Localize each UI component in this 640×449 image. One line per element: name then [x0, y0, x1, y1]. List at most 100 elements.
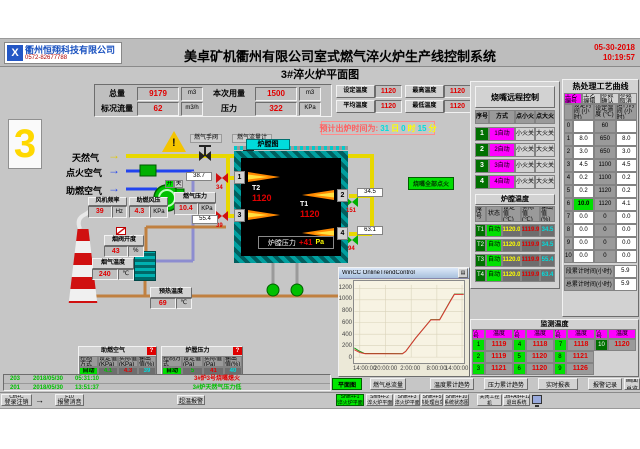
trend-titlebar[interactable]: WinCC OnlineTrendControl ▤ — [339, 268, 469, 279]
step-temp[interactable]: 650 — [594, 146, 615, 159]
fan-freq-value: 39 — [88, 206, 112, 218]
step-no: 6 — [564, 198, 573, 211]
nav-gas-flow-button[interactable]: 燃气总流量 — [370, 378, 406, 390]
smoke-temp-value: 240 — [92, 269, 118, 280]
burner-small-fire-button[interactable]: 小火关 — [515, 159, 535, 173]
alarm-row[interactable]: 203 2018/05/30 05:31:10 3#炉3号烧嘴熄火 — [4, 375, 330, 384]
zone-row-state[interactable]: 自动 — [486, 269, 502, 282]
step-temp[interactable]: 60 — [594, 120, 615, 133]
wind-press-value: 4.3 — [129, 206, 150, 218]
monitor-empty — [594, 351, 637, 363]
burner-control-title: 烧嘴远程控制 — [475, 86, 555, 108]
step-temp[interactable]: 0 — [594, 250, 615, 263]
shutdown-pc-button[interactable]: 关闭工控机 — [477, 394, 502, 406]
step-temp[interactable]: 1120 — [594, 185, 615, 198]
avg-temp-value: 1120 — [375, 100, 402, 113]
monitor-h-no: 序号 — [513, 329, 526, 339]
step-temp[interactable]: 0 — [594, 224, 615, 237]
nav-temp-trend-button[interactable]: 温度累计趋势 — [430, 378, 474, 390]
nav-plan-view-button[interactable]: 平面图 — [332, 378, 362, 390]
warning-icon: ! — [162, 131, 186, 152]
burner-2-tab: 2 — [337, 189, 348, 202]
burner-small-fire-button[interactable]: 小火关 — [515, 175, 535, 189]
step-temp[interactable]: 0 — [594, 237, 615, 250]
step-temp[interactable]: 650 — [594, 133, 615, 146]
step-temp[interactable]: 1100 — [594, 159, 615, 172]
step-time[interactable]: 4.5 — [573, 159, 594, 172]
overtemp-button[interactable]: 超温报警 — [177, 395, 205, 405]
bogie-screen-button[interactable]: Shift+F5 热处理台车 — [421, 394, 443, 406]
step-time[interactable]: 0.2 — [573, 172, 594, 185]
burner2-valve-feedback: 34.5 — [357, 188, 383, 197]
pid-air-help-button[interactable]: ? — [147, 347, 156, 355]
burner-mode-button[interactable]: 2自动 — [489, 143, 515, 157]
monitor-temp: 1121 — [566, 351, 594, 363]
ignition-air-label: 点火空气 — [66, 166, 102, 179]
burner-row-no: 4 — [475, 175, 489, 189]
burner-mode-button[interactable]: 1自动 — [489, 127, 515, 141]
zone-row-state[interactable]: 自动 — [486, 254, 502, 267]
step-time[interactable]: 0.0 — [573, 224, 594, 237]
step-temp[interactable]: 0 — [594, 211, 615, 224]
burner-big-fire-button[interactable]: 大火关 — [535, 143, 555, 157]
segment-total-label: 段累计时间(小时) — [564, 265, 614, 278]
step-temp[interactable]: 1120 — [594, 198, 615, 211]
nav-report-button[interactable]: 实时报表 — [538, 378, 578, 390]
alarm-mute-button[interactable]: F10 报警消音 — [55, 394, 84, 406]
valve-open-button[interactable]: 开 — [165, 180, 174, 188]
process-row: 18.06508.0 — [564, 133, 637, 146]
zone-row-out: 63.4 — [540, 269, 555, 282]
hmi-screen: { "header": { "logo_name": "衢州恒翔科技有限公司",… — [0, 0, 640, 449]
trend-close-button[interactable]: ▤ — [458, 268, 468, 278]
step-temp[interactable]: 1100 — [594, 172, 615, 185]
nav-overview-button[interactable]: 画面总览 — [624, 378, 640, 390]
step-time[interactable]: 10.0 — [573, 198, 594, 211]
burner-small-fire-button[interactable]: 小火关 — [515, 143, 535, 157]
burner-big-fire-button[interactable]: 大火关 — [535, 175, 555, 189]
max-temp-value: 1120 — [444, 85, 471, 98]
alarm-list[interactable]: 203 2018/05/30 05:31:10 3#炉3号烧嘴熄火 201 20… — [3, 374, 331, 391]
burner-big-fire-button[interactable]: 大火关 — [535, 127, 555, 141]
exit-system-button[interactable]: Ctrl+Alt+F12 退出系统 — [503, 394, 530, 406]
step-time[interactable]: 0.2 — [573, 185, 594, 198]
nav-alarm-log-button[interactable]: 报警记录 — [588, 378, 622, 390]
screen-1-furnace-button[interactable]: Shift+F3 1#淬火炉平面图 — [394, 394, 420, 406]
burner-small-fire-button[interactable]: 小火关 — [515, 127, 535, 141]
step-time[interactable]: 8.0 — [573, 133, 594, 146]
zone-row-state[interactable]: 自动 — [486, 239, 502, 252]
zone-temp-h-sp: 设定值 (℃) — [502, 206, 521, 222]
step-time[interactable]: 3.0 — [573, 146, 594, 159]
valve-close-button[interactable]: 关 — [174, 180, 183, 188]
screen-2-furnace-button[interactable]: Shift+F2 2#淬火炉平面图 — [366, 394, 393, 406]
screen-3-furnace-button[interactable]: Shift+F1 3#淬火炉平面图 — [336, 394, 364, 406]
trend-x-axis: 14:00:0020:00:002:00:008:00:0014:00:00 — [353, 366, 465, 374]
ignite-all-button[interactable]: 烧嘴全部点火 — [408, 177, 454, 190]
process-row: 060 — [564, 120, 637, 133]
left-valve-feedback-top: 38.7 — [186, 172, 212, 181]
zone-row-state[interactable]: 自动 — [486, 224, 502, 237]
zone-row-pv: 1119.9 — [521, 254, 540, 267]
step-time[interactable] — [573, 120, 594, 133]
alarm-row[interactable]: 201 2018/05/30 13:51:37 3#炉天然气压力低 — [4, 384, 330, 392]
monitor-empty — [594, 363, 637, 375]
eta-box: 预计出炉时间为: 31 日 0 时 15 分 — [321, 121, 435, 135]
process-edit-button[interactable]: 工艺编辑 — [582, 93, 600, 104]
combustion-air-label: 助燃空气 — [66, 184, 102, 197]
step-time[interactable]: 0.0 — [573, 237, 594, 250]
f5-label: 热处理台车 — [421, 400, 443, 406]
arrow-icon: → — [35, 395, 44, 405]
step-time[interactable]: 0.0 — [573, 211, 594, 224]
pid-pressure-help-button[interactable]: ? — [233, 347, 242, 355]
pid-air-title: 助燃空气 — [79, 347, 147, 356]
login-logout-button[interactable]: Ctrl+C 登录注销 — [1, 394, 32, 406]
process-recipe-button[interactable]: 工艺编号 — [564, 93, 582, 104]
burner-mode-button[interactable]: 3自动 — [489, 159, 515, 173]
process-cancel-button[interactable]: 参数取消 — [619, 93, 637, 104]
burner-big-fire-button[interactable]: 大火关 — [535, 159, 555, 173]
nav-pressure-trend-button[interactable]: 压力累计趋势 — [484, 378, 528, 390]
valve-switch-group: 开 关 — [165, 180, 183, 188]
step-time[interactable]: 0.0 — [573, 250, 594, 263]
process-confirm-button[interactable]: 参数确认 — [601, 93, 619, 104]
burner-mode-button[interactable]: 4自动 — [489, 175, 515, 189]
system-status-button[interactable]: Shift+F10 系统状态图 — [444, 394, 469, 406]
